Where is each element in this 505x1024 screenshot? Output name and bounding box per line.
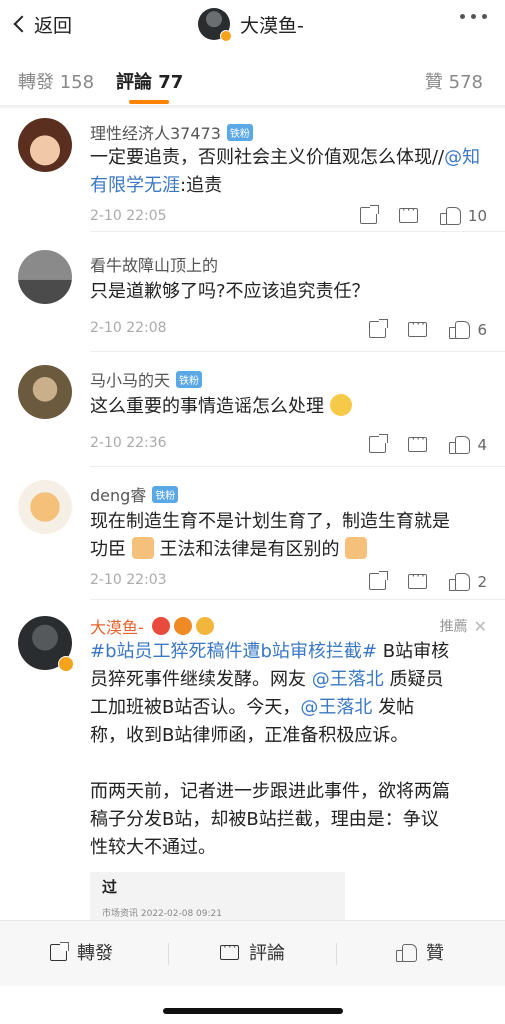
comment-button[interactable]: 評論 bbox=[220, 939, 285, 965]
like-count: 10 bbox=[467, 206, 487, 225]
thumbs-up-icon bbox=[439, 206, 461, 225]
page-title: 大漠鱼- bbox=[240, 14, 304, 37]
avatar[interactable] bbox=[18, 480, 72, 534]
author-name[interactable]: 大漠鱼- bbox=[90, 614, 144, 638]
comment-time: 2-10 22:08 bbox=[90, 320, 167, 336]
nav-header: 返回 大漠鱼- bbox=[0, 0, 505, 48]
tab-bar: 轉發 158 評論 77 贊 578 bbox=[0, 48, 505, 106]
thumbs-up-icon bbox=[396, 943, 417, 962]
fan-badge: 铁粉 bbox=[226, 123, 253, 141]
repost-button[interactable]: 轉發 bbox=[50, 939, 113, 965]
comment-icon bbox=[398, 203, 418, 223]
reply-button[interactable] bbox=[408, 569, 428, 589]
commenter-name[interactable]: 理性经济人37473 bbox=[90, 120, 221, 144]
active-tab-indicator bbox=[129, 100, 169, 104]
back-button[interactable]: 返回 bbox=[12, 10, 72, 38]
avatar[interactable] bbox=[18, 118, 72, 172]
more-icon[interactable] bbox=[460, 14, 487, 19]
comment-icon bbox=[220, 940, 239, 960]
tab-likes[interactable]: 贊 578 bbox=[425, 68, 483, 94]
like-button[interactable]: 4 bbox=[449, 435, 487, 454]
avatar[interactable] bbox=[18, 616, 74, 672]
hashtag-link[interactable]: #b站员工猝死稿件遭b站审核拦截# bbox=[90, 641, 377, 662]
commenter-name[interactable]: 马小马的天 bbox=[90, 367, 170, 391]
commenter-name[interactable]: 看牛故障山顶上的 bbox=[90, 252, 218, 276]
comment-icon bbox=[408, 317, 428, 337]
like-button[interactable]: 2 bbox=[449, 572, 487, 591]
share-icon bbox=[359, 205, 379, 224]
back-label: 返回 bbox=[34, 14, 73, 37]
avatar bbox=[198, 8, 232, 42]
like-count: 4 bbox=[477, 435, 487, 454]
like-button[interactable]: 6 bbox=[449, 320, 487, 339]
comment-time: 2-10 22:36 bbox=[90, 435, 167, 451]
share-button[interactable] bbox=[369, 571, 389, 590]
share-button[interactable] bbox=[369, 434, 389, 453]
close-icon[interactable]: ✕ bbox=[474, 617, 487, 636]
comment-item: deng睿 铁粉 现在制造生育不是计划生育了，制造生育就是 功臣 王法和法律是有… bbox=[0, 470, 505, 600]
reply-button[interactable] bbox=[408, 317, 428, 337]
badge-icon bbox=[151, 617, 170, 635]
comment-item: 理性经济人37473 铁粉 一定要追责，否则社会主义价值观怎么体现//@知有限学… bbox=[0, 108, 505, 232]
avatar[interactable] bbox=[18, 250, 72, 304]
thumbs-up-icon bbox=[449, 572, 471, 591]
share-icon bbox=[369, 434, 389, 453]
comment-icon bbox=[408, 432, 428, 452]
tab-repost[interactable]: 轉發 158 bbox=[18, 68, 94, 94]
tab-comments[interactable]: 評論 77 bbox=[116, 68, 183, 94]
victory-hand-emoji-icon bbox=[345, 537, 368, 559]
comment-time: 2-10 22:05 bbox=[90, 208, 167, 224]
fan-badge: 铁粉 bbox=[176, 370, 203, 388]
like-count: 6 bbox=[477, 320, 487, 339]
share-button[interactable] bbox=[359, 205, 379, 224]
comment-text: 只是道歉够了吗?不应该追究责任？ bbox=[90, 281, 370, 302]
post-text: #b站员工猝死稿件遭b站审核拦截# B站审核 员猝死事件继续发酵。网友 @王落北… bbox=[90, 641, 450, 858]
share-button[interactable] bbox=[369, 319, 389, 338]
mention-link[interactable]: @王落北 bbox=[300, 697, 372, 718]
comment-text: 现在制造生育不是计划生育了，制造生育就是 功臣 王法和法律是有区别的 bbox=[90, 511, 450, 560]
header-title[interactable]: 大漠鱼- bbox=[198, 6, 304, 42]
share-icon bbox=[369, 319, 389, 338]
like-button[interactable]: 贊 bbox=[396, 939, 444, 965]
promoted-tag: 推薦 bbox=[439, 619, 468, 635]
comment-item: 看牛故障山顶上的 只是道歉够了吗?不应该追究责任？ 2-10 22:08 6 bbox=[0, 240, 505, 352]
comment-text: 这么重要的事情造谣怎么处理 bbox=[90, 393, 490, 421]
badge-icon bbox=[195, 617, 214, 635]
chevron-left-icon bbox=[13, 15, 31, 33]
home-indicator bbox=[163, 1008, 343, 1014]
share-icon bbox=[369, 571, 389, 590]
victory-hand-emoji-icon bbox=[131, 537, 154, 559]
comment-icon bbox=[408, 569, 428, 589]
reply-button[interactable] bbox=[408, 432, 428, 452]
mention-link[interactable]: @王落北 bbox=[312, 669, 384, 690]
reply-button[interactable] bbox=[398, 203, 418, 223]
fan-badge: 铁粉 bbox=[152, 485, 179, 503]
verified-badge-icon bbox=[58, 656, 74, 672]
comment-time: 2-10 22:03 bbox=[90, 572, 167, 588]
avatar[interactable] bbox=[18, 365, 72, 419]
thumbs-up-icon bbox=[449, 435, 471, 454]
like-count: 2 bbox=[477, 572, 487, 591]
comment-text: 一定要追责，否则社会主义价值观怎么体现//@知有限学无涯:追责 bbox=[90, 147, 481, 196]
post-image-preview[interactable]: 过 市场资讯 2022-02-08 09:21 bbox=[90, 872, 345, 920]
badge-icon bbox=[173, 617, 192, 635]
thinking-emoji-icon bbox=[329, 394, 352, 416]
like-button[interactable]: 10 bbox=[439, 206, 487, 225]
verified-badge-icon bbox=[220, 30, 232, 42]
thumbs-up-icon bbox=[449, 320, 471, 339]
share-icon bbox=[50, 941, 69, 961]
commenter-name[interactable]: deng睿 bbox=[90, 482, 146, 506]
comment-item: 马小马的天 铁粉 这么重要的事情造谣怎么处理 2-10 22:36 4 bbox=[0, 355, 505, 467]
bottom-action-bar: 轉發 評論 贊 bbox=[0, 920, 505, 986]
